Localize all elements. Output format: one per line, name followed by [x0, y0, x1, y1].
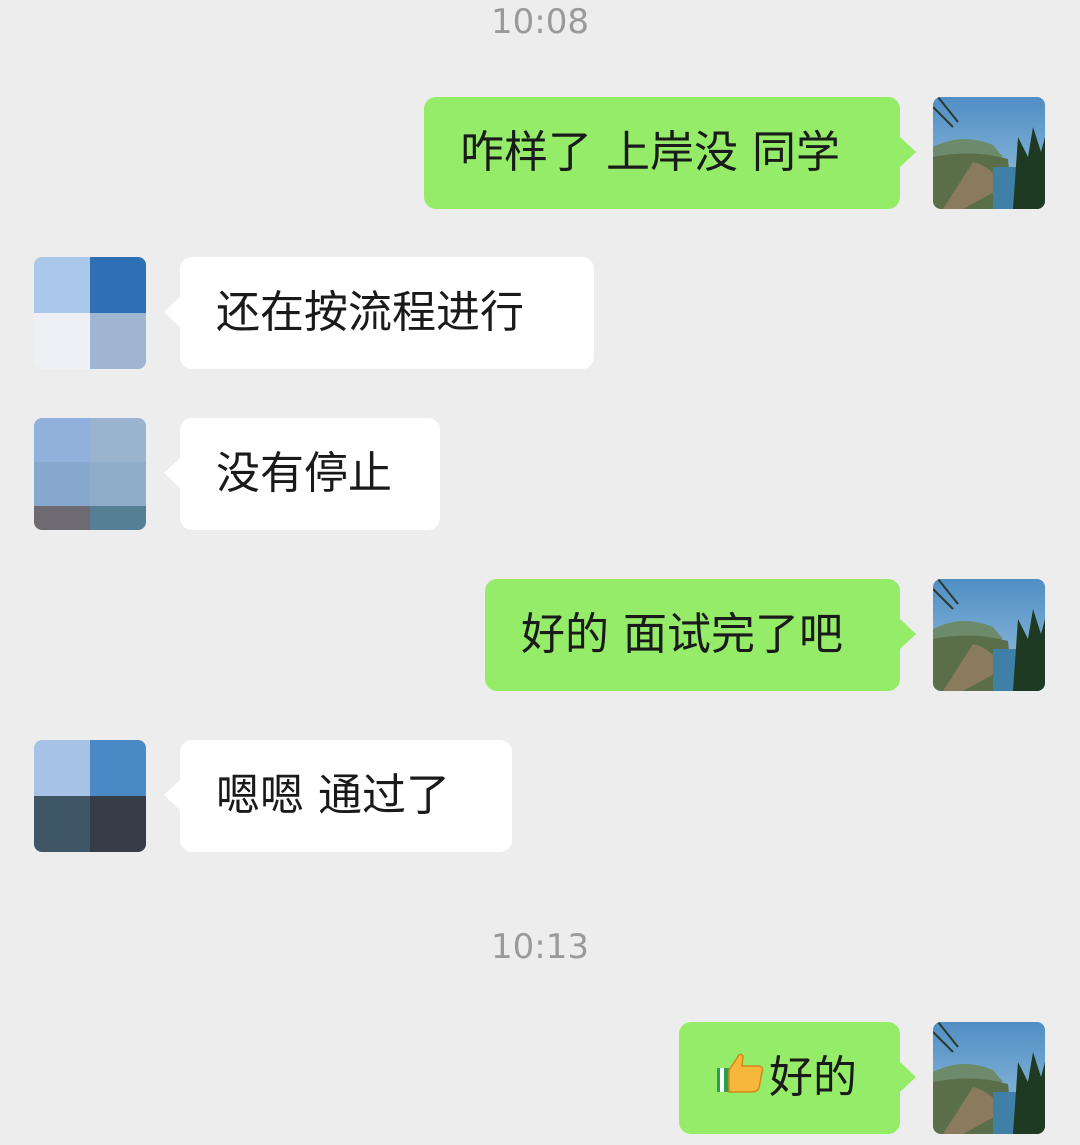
- message-row: 好的: [0, 1022, 1080, 1136]
- message-bubble[interactable]: 嗯嗯 通过了: [180, 740, 512, 852]
- contact-avatar[interactable]: [34, 418, 146, 530]
- message-row: 嗯嗯 通过了: [0, 740, 1080, 854]
- bubble-tail: [900, 619, 916, 649]
- message-row: 好的 面试完了吧: [0, 579, 1080, 693]
- my-avatar[interactable]: [933, 1022, 1045, 1134]
- bubble-tail: [164, 780, 180, 810]
- chat-timestamp: 10:08: [491, 2, 589, 42]
- message-text: 好的: [769, 1052, 857, 1103]
- message-text: 没有停止: [216, 448, 392, 499]
- message-row: 没有停止: [0, 418, 1080, 532]
- bubble-tail: [900, 137, 916, 167]
- message-bubble[interactable]: 咋样了 上岸没 同学: [424, 97, 900, 209]
- bubble-tail: [900, 1062, 916, 1092]
- bubble-tail: [164, 458, 180, 488]
- message-row: 还在按流程进行: [0, 257, 1080, 371]
- my-avatar[interactable]: [933, 579, 1045, 691]
- contact-avatar[interactable]: [34, 257, 146, 369]
- message-text: 好的 面试完了吧: [521, 609, 843, 660]
- message-row: 咋样了 上岸没 同学: [0, 97, 1080, 211]
- thumbs-up-icon: [715, 1024, 765, 1136]
- message-bubble[interactable]: 好的: [679, 1022, 900, 1134]
- message-bubble[interactable]: 没有停止: [180, 418, 440, 530]
- bubble-tail: [164, 297, 180, 327]
- contact-avatar[interactable]: [34, 740, 146, 852]
- chat-timestamp: 10:13: [491, 927, 589, 967]
- my-avatar[interactable]: [933, 97, 1045, 209]
- message-bubble[interactable]: 好的 面试完了吧: [485, 579, 900, 691]
- message-text: 还在按流程进行: [216, 287, 524, 338]
- message-text: 咋样了 上岸没 同学: [460, 127, 840, 178]
- message-text: 嗯嗯 通过了: [216, 770, 450, 821]
- message-bubble[interactable]: 还在按流程进行: [180, 257, 594, 369]
